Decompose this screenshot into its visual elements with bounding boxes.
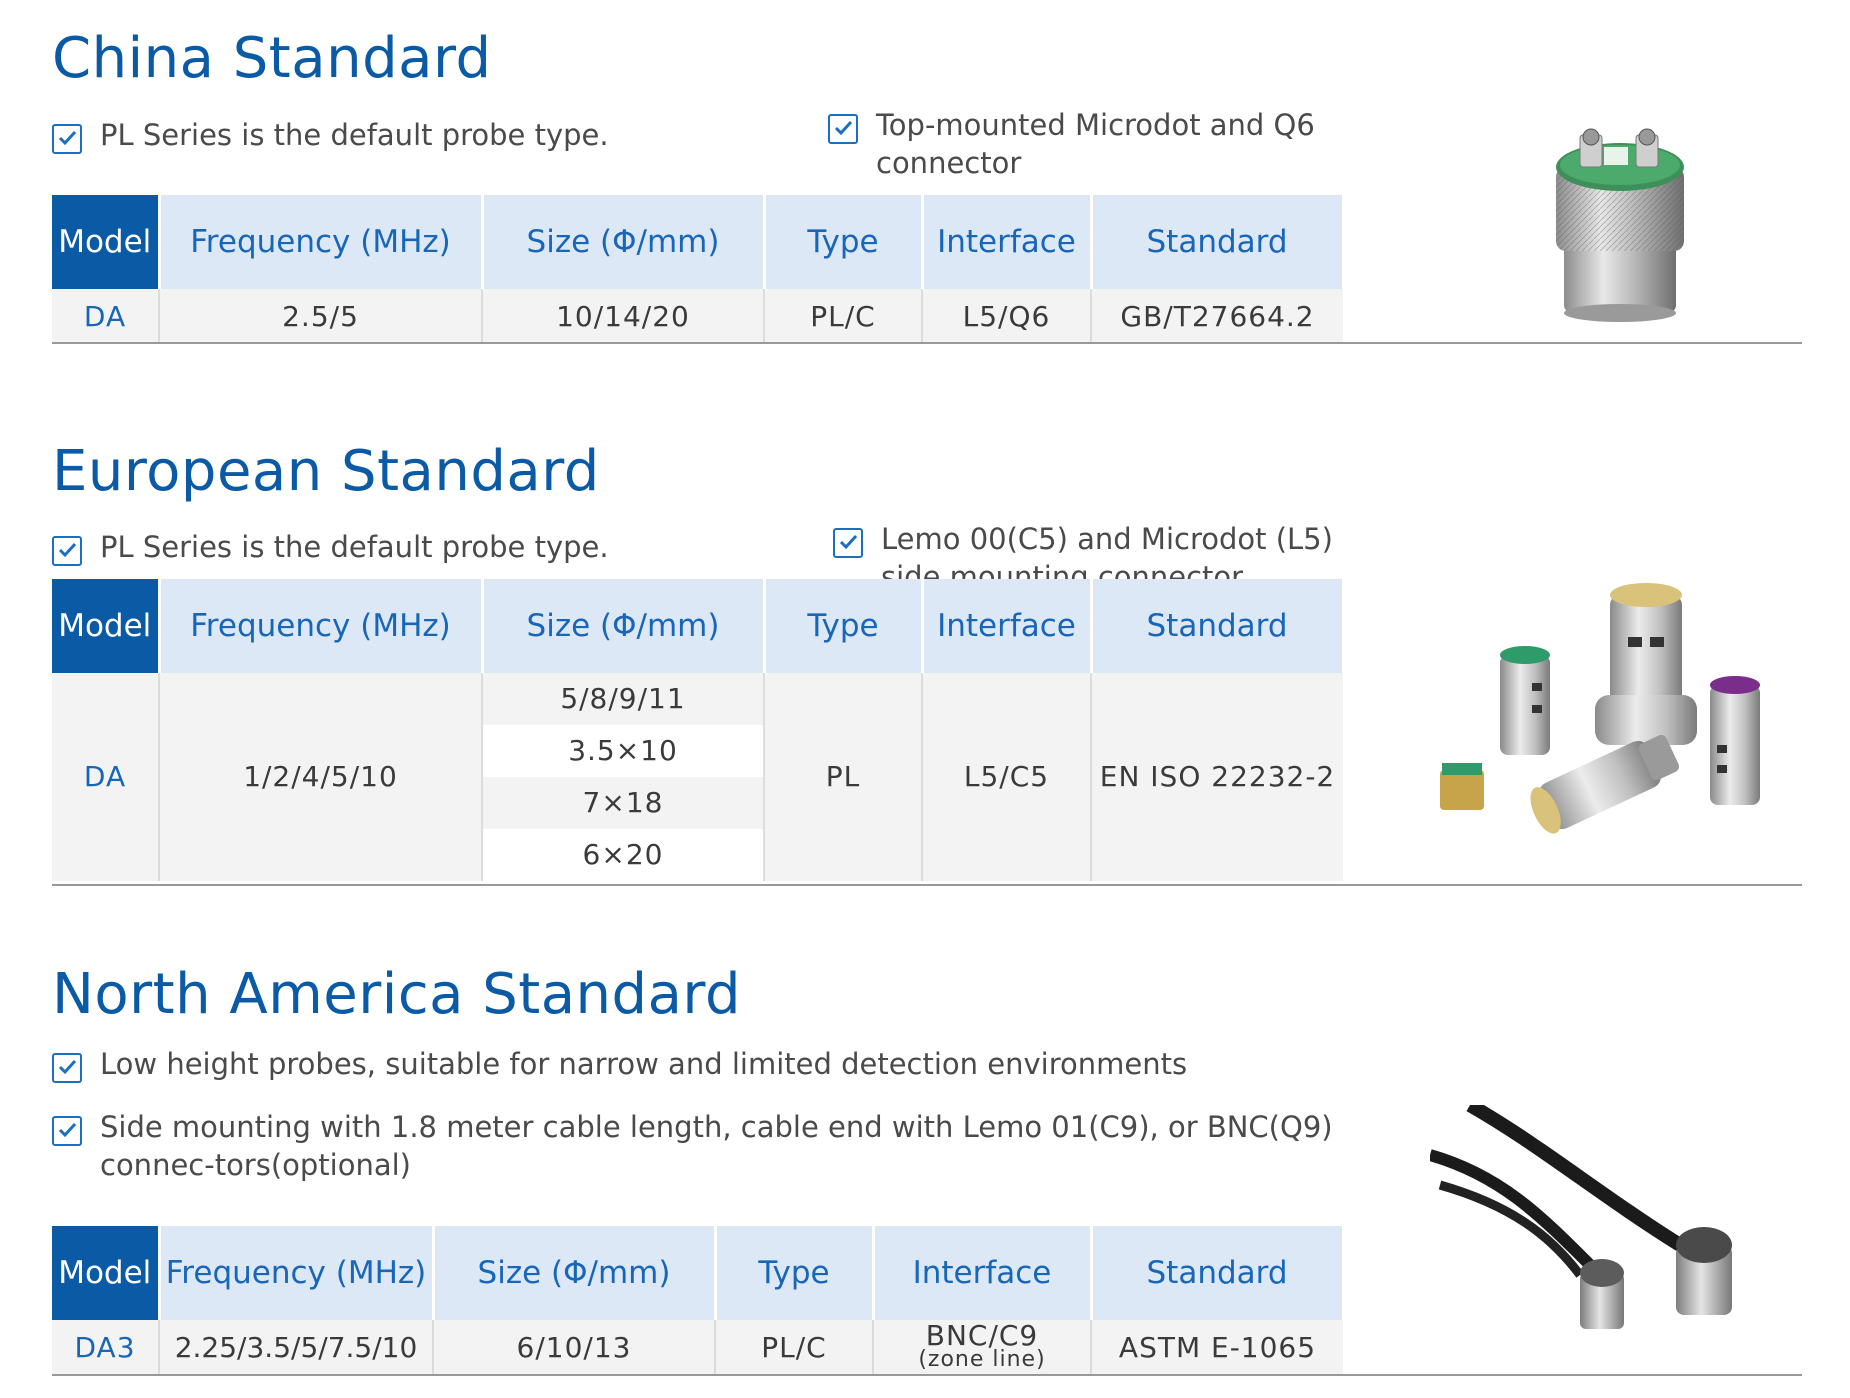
header-type: Type — [764, 195, 924, 289]
header-model: Model — [52, 195, 161, 289]
cell-size: 10/14/20 — [482, 289, 765, 343]
header-model: Model — [52, 579, 161, 673]
cell-frequency: 1/2/4/5/10 — [159, 673, 483, 881]
china-spec-table: Model Frequency (MHz) Size (Φ/mm) Type I… — [52, 195, 1345, 343]
north-america-check-2: Side mounting with 1.8 meter cable lengt… — [52, 1108, 1352, 1184]
cell-size: 6×20 — [482, 829, 765, 881]
cell-size: 5/8/9/11 — [482, 673, 765, 725]
china-check-1: PL Series is the default probe type. — [52, 116, 772, 154]
brand-logo-icon — [1604, 147, 1628, 165]
north-america-check-1: Low height probes, suitable for narrow a… — [52, 1045, 1352, 1083]
divider — [52, 884, 1802, 886]
header-model: Model — [52, 1226, 161, 1320]
checkbox-icon — [52, 1116, 82, 1146]
cell-interface: L5/Q6 — [922, 289, 1092, 343]
header-frequency: Frequency (MHz) — [159, 1226, 435, 1320]
interface-note: (zone line) — [918, 1347, 1046, 1372]
north-america-check-1-text: Low height probes, suitable for narrow a… — [100, 1047, 1188, 1081]
header-size: Size (Φ/mm) — [433, 1226, 717, 1320]
header-type: Type — [764, 579, 924, 673]
cable-probe-product-image — [1430, 1105, 1732, 1329]
cell-frequency: 2.5/5 — [159, 289, 483, 343]
table-header-row: Model Frequency (MHz) Size (Φ/mm) Type I… — [52, 1226, 1345, 1320]
north-america-spec-table: Model Frequency (MHz) Size (Φ/mm) Type I… — [52, 1226, 1345, 1374]
cell-standard: EN ISO 22232-2 — [1091, 673, 1343, 881]
china-standard-title: China Standard — [52, 26, 492, 91]
header-frequency: Frequency (MHz) — [159, 195, 484, 289]
checkbox-icon — [52, 124, 82, 154]
cell-model: DA — [52, 673, 160, 881]
china-check-2: Top-mounted Microdot and Q6 connector — [828, 106, 1348, 182]
cell-type: PL/C — [715, 1320, 874, 1374]
header-standard: Standard — [1091, 1226, 1345, 1320]
cell-size: 6/10/13 — [433, 1320, 716, 1374]
header-interface: Interface — [922, 579, 1093, 673]
cell-type: PL — [764, 673, 923, 881]
probe-product-image — [1556, 128, 1684, 322]
checkbox-icon — [52, 1053, 82, 1083]
european-check-1: PL Series is the default probe type. — [52, 528, 772, 566]
china-check-1-text: PL Series is the default probe type. — [100, 118, 609, 152]
divider — [52, 342, 1802, 344]
cell-size: 3.5×10 — [482, 725, 765, 777]
cell-interface: L5/C5 — [922, 673, 1092, 881]
cell-size: 7×18 — [482, 777, 765, 829]
header-size: Size (Φ/mm) — [482, 195, 766, 289]
cell-standard: GB/T27664.2 — [1091, 289, 1343, 343]
table-row: DA3 2.25/3.5/5/7.5/10 6/10/13 PL/C BNC/C… — [52, 1320, 1343, 1374]
cell-type: PL/C — [764, 289, 923, 343]
table-row: DA 1/2/4/5/10 5/8/9/11 PL L5/C5 EN ISO 2… — [52, 673, 1343, 881]
table-header-row: Model Frequency (MHz) Size (Φ/mm) Type I… — [52, 579, 1345, 673]
header-standard: Standard — [1091, 579, 1345, 673]
north-america-check-2-text: Side mounting with 1.8 meter cable lengt… — [100, 1110, 1333, 1182]
header-size: Size (Φ/mm) — [482, 579, 766, 673]
china-check-2-text: Top-mounted Microdot and Q6 connector — [876, 108, 1315, 180]
table-header-row: Model Frequency (MHz) Size (Φ/mm) Type I… — [52, 195, 1345, 289]
cell-model: DA3 — [52, 1320, 160, 1374]
european-standard-title: European Standard — [52, 439, 600, 504]
european-check-1-text: PL Series is the default probe type. — [100, 530, 609, 564]
cell-frequency: 2.25/3.5/5/7.5/10 — [159, 1320, 434, 1374]
cell-interface: BNC/C9 (zone line) — [873, 1319, 1092, 1374]
header-frequency: Frequency (MHz) — [159, 579, 484, 673]
cell-model: DA — [52, 289, 160, 343]
checkbox-icon — [833, 528, 863, 558]
divider — [52, 1374, 1802, 1376]
probe-group-product-image — [1440, 583, 1760, 834]
header-standard: Standard — [1091, 195, 1345, 289]
header-interface: Interface — [873, 1226, 1093, 1320]
table-row: DA 2.5/5 10/14/20 PL/C L5/Q6 GB/T27664.2 — [52, 289, 1343, 343]
european-spec-table: Model Frequency (MHz) Size (Φ/mm) Type I… — [52, 579, 1345, 881]
checkbox-icon — [828, 114, 858, 144]
checkbox-icon — [52, 536, 82, 566]
cell-standard: ASTM E-1065 — [1091, 1320, 1343, 1374]
north-america-standard-title: North America Standard — [52, 962, 741, 1027]
interface-value: BNC/C9 — [925, 1319, 1039, 1352]
header-interface: Interface — [922, 195, 1093, 289]
header-type: Type — [715, 1226, 875, 1320]
